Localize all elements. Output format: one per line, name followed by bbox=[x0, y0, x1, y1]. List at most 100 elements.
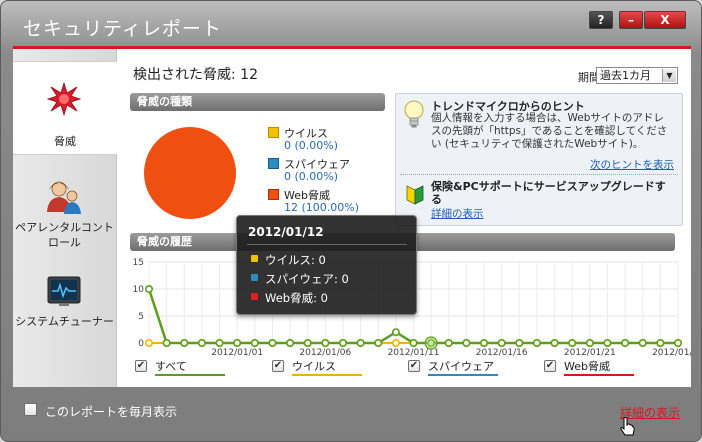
tooltip-date: 2012/01/12 bbox=[248, 225, 324, 239]
series-toggle-web-threat[interactable]: ✔ Web脅威 bbox=[544, 358, 636, 378]
hint-divider bbox=[400, 174, 678, 175]
data-point bbox=[197, 339, 206, 348]
data-point bbox=[286, 339, 295, 348]
legend-value: 12 (100.00%) bbox=[284, 201, 360, 214]
sidebar-item-label: 脅威 bbox=[54, 135, 76, 148]
data-point bbox=[480, 339, 489, 348]
data-point bbox=[462, 339, 471, 348]
data-point bbox=[515, 339, 524, 348]
threat-burst-icon bbox=[47, 82, 81, 116]
help-button[interactable]: ? bbox=[589, 11, 613, 29]
data-point bbox=[391, 339, 400, 348]
legend-value: 0 (0.00%) bbox=[284, 139, 339, 152]
data-point bbox=[550, 339, 559, 348]
data-point bbox=[409, 339, 418, 348]
series-line-sample bbox=[292, 374, 362, 376]
threat-types-pie bbox=[144, 127, 236, 219]
monthly-report-label[interactable]: このレポートを毎月表示 bbox=[45, 403, 177, 420]
data-point bbox=[532, 339, 541, 348]
security-report-window: セキュリティレポート ? – X 脅威 ペアレンタルコントロール システムチュー… bbox=[0, 0, 702, 442]
tooltip-swatch bbox=[251, 255, 258, 262]
monthly-report-checkbox[interactable] bbox=[24, 403, 37, 416]
checkbox-web-threat[interactable]: ✔ bbox=[544, 360, 556, 372]
period-select[interactable]: 過去1カ月 ▼ bbox=[596, 67, 678, 84]
series-label: スパイウェア bbox=[428, 360, 494, 373]
lightbulb-icon bbox=[404, 100, 424, 128]
data-point bbox=[215, 339, 224, 348]
x-tick-label: 2012/01/01 bbox=[211, 348, 263, 358]
y-tick-label: 15 bbox=[133, 258, 144, 268]
sidebar: 脅威 ペアレンタルコントロール システムチューナー bbox=[13, 49, 117, 387]
upgrade-details-link[interactable]: 詳細の表示 bbox=[431, 206, 484, 221]
legend-swatch bbox=[268, 158, 279, 169]
data-point bbox=[250, 339, 259, 348]
series-line-sample bbox=[155, 374, 225, 376]
series-toggle-all[interactable]: ✔ すべて bbox=[135, 358, 225, 378]
data-point bbox=[162, 339, 171, 348]
checkbox-virus[interactable]: ✔ bbox=[272, 360, 284, 372]
hand-cursor-icon bbox=[620, 417, 635, 436]
checkbox-all[interactable]: ✔ bbox=[135, 360, 147, 372]
data-point bbox=[374, 339, 383, 348]
close-button[interactable]: X bbox=[644, 11, 686, 29]
data-point bbox=[145, 339, 154, 348]
tooltip-row-text: Web脅威: 0 bbox=[265, 291, 328, 305]
data-point bbox=[145, 284, 154, 293]
data-point bbox=[568, 339, 577, 348]
x-tick-label: 2012/01/06 bbox=[299, 348, 351, 358]
series-label: すべて bbox=[155, 360, 187, 373]
beginner-leaf-icon bbox=[406, 185, 424, 205]
legend-value: 0 (0.00%) bbox=[284, 170, 339, 183]
pie-slice bbox=[144, 127, 236, 219]
threat-count: 検出された脅威: 12 bbox=[133, 67, 258, 83]
data-point bbox=[603, 339, 612, 348]
minimize-button[interactable]: – bbox=[619, 11, 643, 29]
period-value: 過去1カ月 bbox=[600, 69, 651, 82]
legend-swatch bbox=[268, 127, 279, 138]
series-label: ウイルス bbox=[292, 360, 336, 373]
tooltip-swatch bbox=[251, 293, 258, 300]
tooltip-swatch bbox=[251, 274, 258, 281]
data-point bbox=[444, 339, 453, 348]
parental-users-icon bbox=[47, 181, 81, 214]
sidebar-item-threats[interactable]: 脅威 bbox=[13, 61, 117, 155]
sidebar-item-system-tuner[interactable]: システムチューナー bbox=[13, 274, 116, 354]
tooltip-divider bbox=[247, 244, 407, 245]
data-point bbox=[233, 339, 242, 348]
data-point bbox=[638, 339, 647, 348]
series-toggle-virus[interactable]: ✔ ウイルス bbox=[272, 358, 364, 378]
threat-types-header: 脅威の種類 bbox=[130, 93, 385, 111]
data-point bbox=[356, 339, 365, 348]
window-title: セキュリティレポート bbox=[23, 18, 222, 40]
sidebar-item-label: システムチューナー bbox=[15, 315, 114, 328]
data-point bbox=[656, 339, 665, 348]
data-point bbox=[180, 339, 189, 348]
tooltip-row-text: スパイウェア: 0 bbox=[265, 272, 349, 286]
y-tick-label: 5 bbox=[138, 312, 144, 322]
x-tick-label: 2012/01/21 bbox=[564, 348, 616, 358]
data-point bbox=[621, 339, 630, 348]
series-line-sample bbox=[428, 374, 498, 376]
sidebar-item-parental-control[interactable]: ペアレンタルコントロール bbox=[13, 174, 116, 254]
data-point bbox=[303, 339, 312, 348]
hint-box: トレンドマイクロからのヒント 個人情報を入力する場合は、Webサイトのアドレスの… bbox=[395, 93, 683, 226]
chevron-down-icon[interactable]: ▼ bbox=[662, 69, 676, 82]
hint-text: 個人情報を入力する場合は、Webサイトのアドレスの先頭が「https」であること… bbox=[431, 112, 668, 150]
x-tick-label: 2012/01/16 bbox=[476, 348, 528, 358]
data-point bbox=[321, 339, 330, 348]
title-bar[interactable]: セキュリティレポート ? – X bbox=[1, 1, 701, 47]
checkbox-spyware[interactable]: ✔ bbox=[408, 360, 420, 372]
highlighted-point bbox=[424, 336, 438, 350]
next-hint-link[interactable]: 次のヒントを表示 bbox=[590, 157, 674, 172]
data-point bbox=[497, 339, 506, 348]
series-toggle-spyware[interactable]: ✔ スパイウェア bbox=[408, 358, 500, 378]
y-tick-label: 10 bbox=[133, 285, 145, 295]
system-monitor-icon bbox=[47, 276, 81, 306]
data-point bbox=[268, 339, 277, 348]
x-tick-label: 2012/01/26 bbox=[652, 348, 691, 358]
tooltip-row-text: ウイルス: 0 bbox=[265, 253, 326, 267]
data-point bbox=[391, 328, 400, 337]
data-point bbox=[338, 339, 347, 348]
data-point bbox=[673, 339, 682, 348]
upgrade-title: 保険&PCサポートにサービスアップグレードする bbox=[431, 180, 666, 206]
